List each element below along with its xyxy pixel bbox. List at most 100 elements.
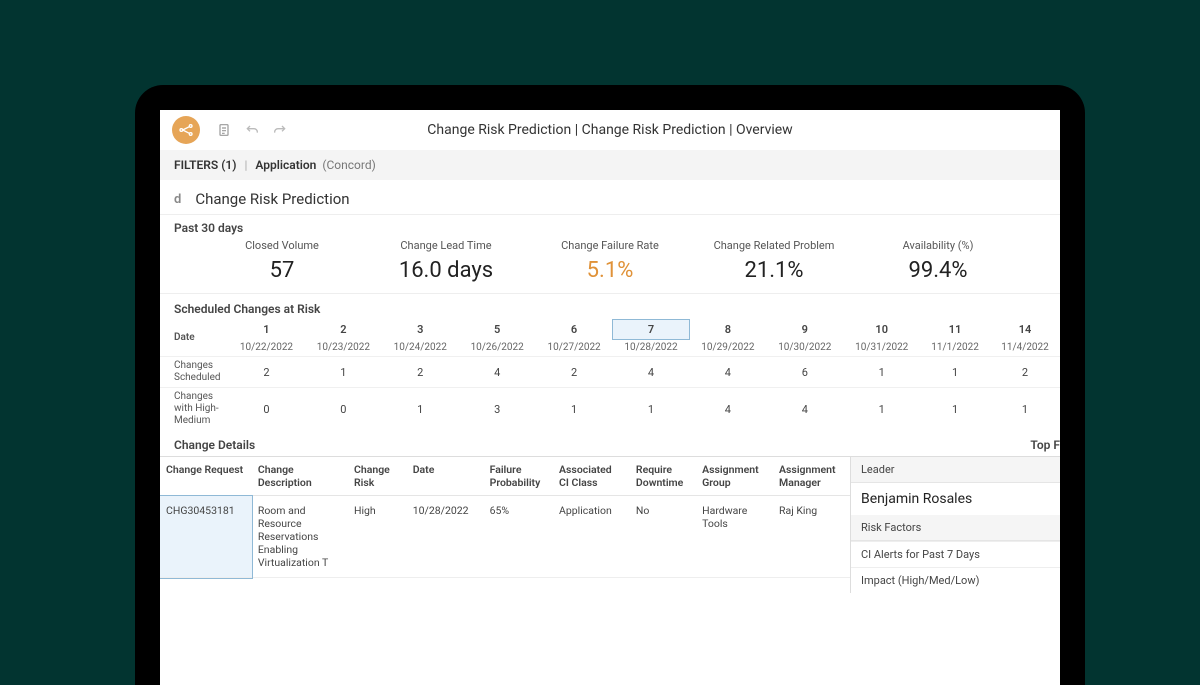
filter-key[interactable]: Application: [255, 158, 316, 172]
cell[interactable]: 1: [613, 388, 690, 431]
schedule-date: 11/4/2022: [990, 339, 1060, 357]
cell[interactable]: 1: [920, 357, 990, 388]
cell[interactable]: 2: [536, 357, 613, 388]
kpi-failure-rate[interactable]: Change Failure Rate 5.1%: [528, 239, 692, 283]
schedule-date: 10/28/2022: [613, 339, 690, 357]
cell[interactable]: 2: [990, 357, 1060, 388]
schedule-date: 10/31/2022: [843, 339, 920, 357]
dashboard-icon: d: [174, 192, 181, 207]
cell[interactable]: 4: [689, 388, 766, 431]
schedule-date-label: Date: [160, 320, 228, 357]
schedule-col[interactable]: 14: [990, 320, 1060, 339]
undo-icon[interactable]: [242, 120, 262, 140]
app-header: Change Risk Prediction | Change Risk Pre…: [160, 110, 1060, 150]
schedule-col[interactable]: 10: [843, 320, 920, 339]
details-header-row: Change Request Change Description Change…: [160, 457, 850, 496]
col-description[interactable]: Change Description: [252, 457, 348, 496]
schedule-col[interactable]: 1: [228, 320, 305, 339]
col-probability[interactable]: Failure Probability: [484, 457, 553, 496]
col-date[interactable]: Date: [407, 457, 484, 496]
page-title-row: d Change Risk Prediction: [160, 180, 1060, 215]
kpi-related-problem[interactable]: Change Related Problem 21.1%: [692, 239, 856, 283]
kpi-label: Change Failure Rate: [528, 239, 692, 252]
cell[interactable]: 6: [766, 357, 843, 388]
kpi-value: 5.1%: [528, 258, 692, 283]
network-icon: [178, 122, 194, 138]
schedule-col[interactable]: 5: [459, 320, 536, 339]
device-frame: Change Risk Prediction | Change Risk Pre…: [135, 85, 1085, 685]
clipboard-icon[interactable]: [214, 120, 234, 140]
schedule-table: Date 1 2 3 5 6 7 8 9 10 11 14 10/22/2022…: [160, 320, 1060, 430]
cell-probability: 65%: [484, 496, 553, 578]
schedule-date: 10/22/2022: [228, 339, 305, 357]
filter-value[interactable]: (Concord): [322, 158, 375, 172]
details-title-row: Change Details Top F: [160, 430, 1060, 456]
redo-icon[interactable]: [270, 120, 290, 140]
change-details-table: Change Request Change Description Change…: [160, 457, 850, 578]
schedule-col[interactable]: 3: [382, 320, 459, 339]
kpi-closed-volume[interactable]: Closed Volume 57: [200, 239, 364, 283]
risk-factor-item[interactable]: Impact (High/Med/Low): [851, 567, 1060, 593]
schedule-date: 10/26/2022: [459, 339, 536, 357]
kpi-lead-time[interactable]: Change Lead Time 16.0 days: [364, 239, 528, 283]
kpi-availability[interactable]: Availability (%) 99.4%: [856, 239, 1020, 283]
cell[interactable]: 2: [228, 357, 305, 388]
details-wrap: Change Request Change Description Change…: [160, 456, 1060, 593]
schedule-col[interactable]: 11: [920, 320, 990, 339]
period-label: Past 30 days: [160, 215, 1060, 237]
cell[interactable]: 3: [459, 388, 536, 431]
schedule-col[interactable]: 6: [536, 320, 613, 339]
schedule-col-selected[interactable]: 7: [613, 320, 690, 339]
cell[interactable]: 1: [843, 388, 920, 431]
table-row[interactable]: CHG30453181 Room and Resource Reservatio…: [160, 496, 850, 578]
risk-factors-label: Risk Factors: [851, 515, 1060, 541]
risk-factor-item[interactable]: CI Alerts for Past 7 Days: [851, 541, 1060, 567]
cell[interactable]: 4: [459, 357, 536, 388]
filter-sep: |: [244, 158, 247, 172]
filter-count[interactable]: FILTERS (1): [174, 158, 236, 172]
schedule-col[interactable]: 8: [689, 320, 766, 339]
col-ci-class[interactable]: Associated CI Class: [553, 457, 630, 496]
schedule-date: 10/24/2022: [382, 339, 459, 357]
col-downtime[interactable]: Require Downtime: [630, 457, 696, 496]
kpi-label: Change Lead Time: [364, 239, 528, 252]
leader-value[interactable]: Benjamin Rosales: [851, 483, 1060, 515]
app-logo[interactable]: [172, 116, 200, 144]
cell[interactable]: 2: [382, 357, 459, 388]
schedule-date: 10/29/2022: [689, 339, 766, 357]
breadcrumb-c[interactable]: Overview: [736, 122, 793, 138]
col-risk[interactable]: Change Risk: [348, 457, 407, 496]
cell[interactable]: 1: [843, 357, 920, 388]
schedule-col[interactable]: 2: [305, 320, 382, 339]
kpi-label: Closed Volume: [200, 239, 364, 252]
cell[interactable]: 4: [613, 357, 690, 388]
breadcrumb-sep: |: [729, 122, 736, 138]
table-row: Changes with High-Medium 0 0 1 3 1 1 4 4…: [160, 388, 1060, 431]
breadcrumb-a[interactable]: Change Risk Prediction: [427, 122, 571, 138]
cell[interactable]: 1: [536, 388, 613, 431]
breadcrumb-b[interactable]: Change Risk Prediction: [582, 122, 726, 138]
header-toolbar: [214, 120, 290, 140]
cell[interactable]: 1: [305, 357, 382, 388]
cell[interactable]: 1: [920, 388, 990, 431]
breadcrumb: Change Risk Prediction | Change Risk Pre…: [427, 122, 792, 138]
cell[interactable]: 4: [689, 357, 766, 388]
cell[interactable]: 1: [382, 388, 459, 431]
cell-group: Hardware Tools: [696, 496, 773, 578]
row-label: Changes with High-Medium: [160, 388, 228, 431]
kpi-label: Availability (%): [856, 239, 1020, 252]
cell[interactable]: 1: [990, 388, 1060, 431]
schedule-date: 10/23/2022: [305, 339, 382, 357]
cell[interactable]: 4: [766, 388, 843, 431]
col-manager[interactable]: Assignment Manager: [773, 457, 850, 496]
table-row: Changes Scheduled 2 1 2 4 2 4 4 6 1 1 2: [160, 357, 1060, 388]
schedule-col[interactable]: 9: [766, 320, 843, 339]
col-group[interactable]: Assignment Group: [696, 457, 773, 496]
kpi-value: 99.4%: [856, 258, 1020, 283]
app-screen: Change Risk Prediction | Change Risk Pre…: [160, 110, 1060, 685]
cell[interactable]: 0: [228, 388, 305, 431]
cell-request[interactable]: CHG30453181: [160, 496, 252, 578]
cell-downtime: No: [630, 496, 696, 578]
col-request[interactable]: Change Request: [160, 457, 252, 496]
cell[interactable]: 0: [305, 388, 382, 431]
